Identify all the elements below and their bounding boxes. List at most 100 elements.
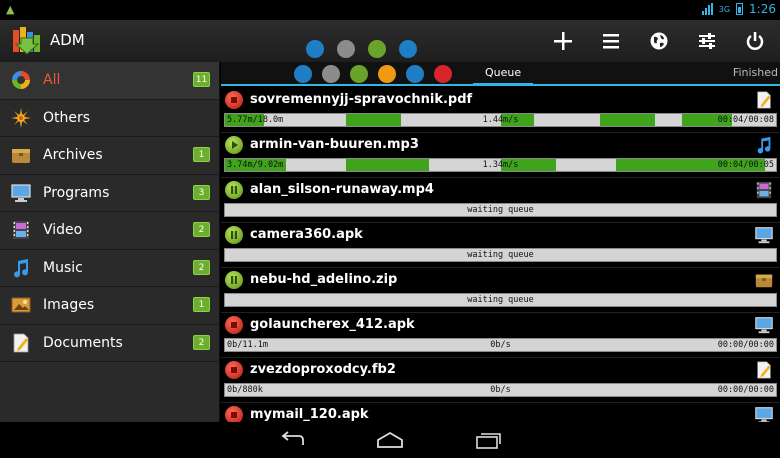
file-name: golauncherex_412.apk xyxy=(250,317,415,332)
sidebar-item-label: Video xyxy=(43,222,83,238)
pause-state-button[interactable] xyxy=(225,226,243,244)
file-name: zvezdoproxodcy.fb2 xyxy=(250,362,396,377)
signal-icon xyxy=(701,3,713,15)
video-icon xyxy=(13,221,29,239)
program-icon xyxy=(755,317,773,334)
sliders-icon[interactable] xyxy=(692,26,722,56)
archive-icon xyxy=(755,274,773,288)
count-badge: 3 xyxy=(193,184,210,200)
music-icon xyxy=(14,258,29,277)
sidebar-item-programs[interactable]: Programs 3 xyxy=(0,175,219,212)
dot xyxy=(368,40,386,58)
sidebar-item-label: Archives xyxy=(43,147,103,163)
image-icon xyxy=(11,297,31,313)
play-state-button[interactable] xyxy=(225,136,243,154)
download-speed: waiting queue xyxy=(467,295,534,305)
sidebar-item-label: Music xyxy=(43,259,83,276)
menu-list-icon[interactable] xyxy=(596,26,626,56)
recent-apps-icon[interactable] xyxy=(473,431,503,449)
dot xyxy=(322,65,340,83)
status-bar: ▲ 3G 1:26 xyxy=(0,0,780,20)
sidebar-item-all[interactable]: All 11 xyxy=(0,62,219,100)
stop-icon xyxy=(231,367,237,373)
stop-state-button[interactable] xyxy=(225,91,243,109)
download-speed: waiting queue xyxy=(467,205,534,215)
sidebar-item-label: Others xyxy=(43,109,91,126)
download-speed: 1.44m/s xyxy=(482,115,519,125)
document-icon xyxy=(757,91,771,109)
document-icon xyxy=(757,361,771,379)
progress-bar: waiting queue xyxy=(224,293,777,307)
stop-state-button[interactable] xyxy=(225,316,243,334)
dot xyxy=(337,40,355,58)
sidebar-item-label: All xyxy=(43,72,61,88)
notification-icon: ▲ xyxy=(6,3,15,16)
download-speed: 0b/s xyxy=(490,340,511,350)
stop-state-button[interactable] xyxy=(225,406,243,422)
color-dots-top xyxy=(306,40,417,58)
download-speed: waiting queue xyxy=(467,250,534,260)
progress-bar: 0b/880k 0b/s 00:00/00:00 xyxy=(224,383,777,397)
download-row[interactable]: nebu-hd_adelino.zipwaiting queue xyxy=(221,268,780,313)
sidebar-item-documents[interactable]: Documents 2 xyxy=(0,325,219,362)
back-icon[interactable] xyxy=(277,431,307,449)
download-tabs: Queue Finished xyxy=(221,62,780,86)
globe-icon[interactable] xyxy=(644,26,674,56)
sidebar-item-others[interactable]: Others xyxy=(0,100,219,137)
download-row[interactable]: golauncherex_412.apk 0b/11.1m 0b/s 00:00/00… xyxy=(221,313,780,358)
download-row[interactable]: mymail_120.apk xyxy=(221,403,780,422)
program-icon xyxy=(11,183,31,202)
home-icon[interactable] xyxy=(375,431,405,449)
elapsed-time: 00:00/00:00 xyxy=(717,340,774,350)
progress-bar: 5.77m/18.0m 1.44m/s 00:04/00:08 xyxy=(224,113,777,127)
program-icon xyxy=(755,227,773,244)
stop-icon xyxy=(231,97,237,103)
download-row[interactable]: alan_silson-runaway.mp4 waiting queue xyxy=(221,178,780,223)
file-name: armin-van-buuren.mp3 xyxy=(250,137,419,152)
power-icon[interactable] xyxy=(740,26,770,56)
download-list[interactable]: sovremennyjj-spravochnik.pdf 5.77m/18.0m 1… xyxy=(221,88,780,422)
stop-icon xyxy=(231,412,237,418)
category-sidebar: All 11 Others Archives 1 Programs 3 Vide… xyxy=(0,62,220,422)
count-badge: 1 xyxy=(193,147,210,162)
file-name: sovremennyjj-spravochnik.pdf xyxy=(250,92,473,107)
progress-bar: 0b/11.1m 0b/s 00:00/00:00 xyxy=(224,338,777,352)
elapsed-time: 00:00/00:00 xyxy=(717,385,774,395)
plus-icon[interactable] xyxy=(548,26,578,56)
count-badge: 2 xyxy=(193,222,210,237)
file-name: mymail_120.apk xyxy=(250,407,369,422)
clock: 1:26 xyxy=(749,2,776,16)
download-row[interactable]: armin-van-buuren.mp3 3.74m/9.02m 1.34m/s 00… xyxy=(221,133,780,178)
sidebar-item-label: Programs xyxy=(43,184,110,201)
pause-icon xyxy=(231,186,237,194)
elapsed-time: 00:04/00:08 xyxy=(717,115,774,125)
dot xyxy=(399,40,417,58)
count-badge: 2 xyxy=(193,259,210,275)
download-row[interactable]: camera360.apk waiting queue xyxy=(221,223,780,268)
tab-finished[interactable]: Finished xyxy=(733,66,778,79)
pause-state-button[interactable] xyxy=(225,271,243,289)
others-icon xyxy=(11,107,31,128)
tab-queue[interactable]: Queue xyxy=(473,66,534,86)
pause-state-button[interactable] xyxy=(225,181,243,199)
color-dots xyxy=(294,65,452,83)
sidebar-item-images[interactable]: Images 1 xyxy=(0,287,219,325)
file-name: camera360.apk xyxy=(250,227,363,242)
dot xyxy=(378,65,396,83)
sidebar-item-archives[interactable]: Archives 1 xyxy=(0,137,219,175)
video-icon xyxy=(756,181,772,199)
stop-state-button[interactable] xyxy=(225,361,243,379)
signal-type: 3G xyxy=(718,4,731,14)
sidebar-item-video[interactable]: Video 2 xyxy=(0,212,219,250)
count-badge: 1 xyxy=(193,297,210,312)
sidebar-item-label: Images xyxy=(43,297,95,313)
download-row[interactable]: sovremennyjj-spravochnik.pdf 5.77m/18.0m 1… xyxy=(221,88,780,133)
battery-icon xyxy=(736,3,744,15)
download-row[interactable]: zvezdoproxodcy.fb2 0b/880k 0b/s 00:00/00:00 xyxy=(221,358,780,403)
dot xyxy=(434,65,452,83)
play-icon xyxy=(232,141,238,149)
sidebar-item-music[interactable]: Music 2 xyxy=(0,250,219,287)
pause-icon xyxy=(231,276,237,284)
file-name: nebu-hd_adelino.zip xyxy=(250,272,398,287)
dot xyxy=(306,40,324,58)
